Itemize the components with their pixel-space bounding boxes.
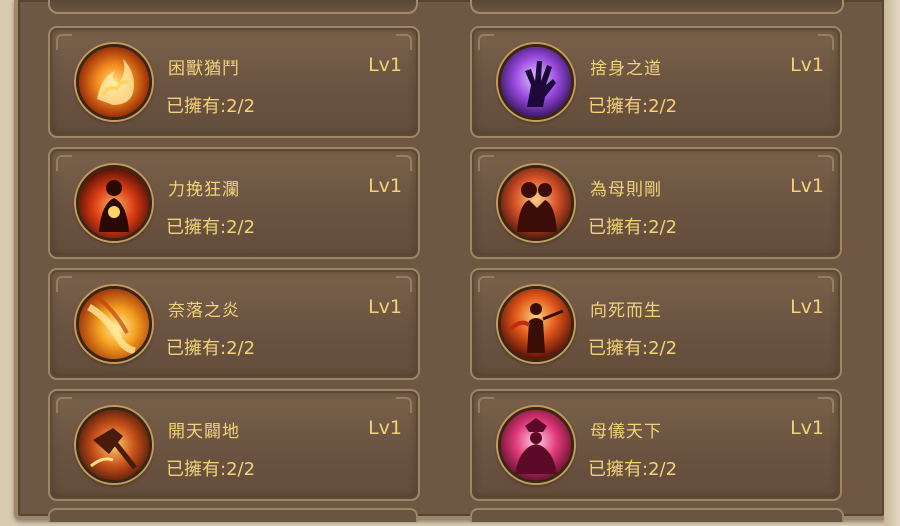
- skill-name: 困獸猶鬥: [168, 59, 240, 79]
- sword-warrior-icon: [498, 286, 574, 362]
- skill-card-xiangsi[interactable]: 向死而生 已擁有:2/2 Lv1: [470, 268, 842, 380]
- skill-card-liwan[interactable]: 力挽狂瀾 已擁有:2/2 Lv1: [48, 147, 420, 259]
- skill-level: Lv1: [790, 54, 824, 76]
- skill-name: 向死而生: [590, 301, 662, 321]
- skill-level: Lv1: [368, 417, 402, 439]
- skill-card-naluo[interactable]: 奈落之炎 已擁有:2/2 Lv1: [48, 268, 420, 380]
- partial-card-top-left: [48, 0, 418, 14]
- skill-name: 力挽狂瀾: [168, 180, 240, 200]
- skill-level: Lv1: [790, 296, 824, 318]
- empress-icon: [498, 407, 574, 483]
- skill-owned-count: 已擁有:2/2: [588, 96, 678, 117]
- skill-owned-count: 已擁有:2/2: [166, 459, 256, 480]
- skill-name: 母儀天下: [590, 422, 662, 442]
- skill-name: 為母則剛: [590, 180, 662, 200]
- skill-level: Lv1: [368, 175, 402, 197]
- flaming-warrior-icon: [76, 165, 152, 241]
- skill-owned-count: 已擁有:2/2: [588, 338, 678, 359]
- partial-card-bottom-right: [470, 508, 844, 522]
- skill-name: 開天闢地: [168, 422, 240, 442]
- skill-card-muyi[interactable]: 母儀天下 已擁有:2/2 Lv1: [470, 389, 842, 501]
- axe-strike-icon: [76, 407, 152, 483]
- skill-name: 奈落之炎: [168, 301, 240, 321]
- skill-name: 捨身之道: [590, 59, 662, 79]
- skill-card-sheshen[interactable]: 捨身之道 已擁有:2/2 Lv1: [470, 26, 842, 138]
- skill-card-weimu[interactable]: 為母則剛 已擁有:2/2 Lv1: [470, 147, 842, 259]
- fire-beast-icon: [76, 44, 152, 120]
- mother-child-icon: [498, 165, 574, 241]
- skill-level: Lv1: [368, 296, 402, 318]
- skill-card-kaitian[interactable]: 開天闢地 已擁有:2/2 Lv1: [48, 389, 420, 501]
- skill-level: Lv1: [790, 175, 824, 197]
- skill-level: Lv1: [790, 417, 824, 439]
- skill-card-kunshou[interactable]: 困獸猶鬥 已擁有:2/2 Lv1: [48, 26, 420, 138]
- skill-level: Lv1: [368, 54, 402, 76]
- skill-owned-count: 已擁有:2/2: [166, 338, 256, 359]
- partial-card-bottom-left: [48, 508, 418, 522]
- partial-card-top-right: [470, 0, 844, 14]
- skill-owned-count: 已擁有:2/2: [588, 459, 678, 480]
- panel-edge: [884, 0, 900, 526]
- skill-owned-count: 已擁有:2/2: [588, 217, 678, 238]
- skill-owned-count: 已擁有:2/2: [166, 217, 256, 238]
- skill-owned-count: 已擁有:2/2: [166, 96, 256, 117]
- purple-hand-icon: [498, 44, 574, 120]
- falling-flame-icon: [76, 286, 152, 362]
